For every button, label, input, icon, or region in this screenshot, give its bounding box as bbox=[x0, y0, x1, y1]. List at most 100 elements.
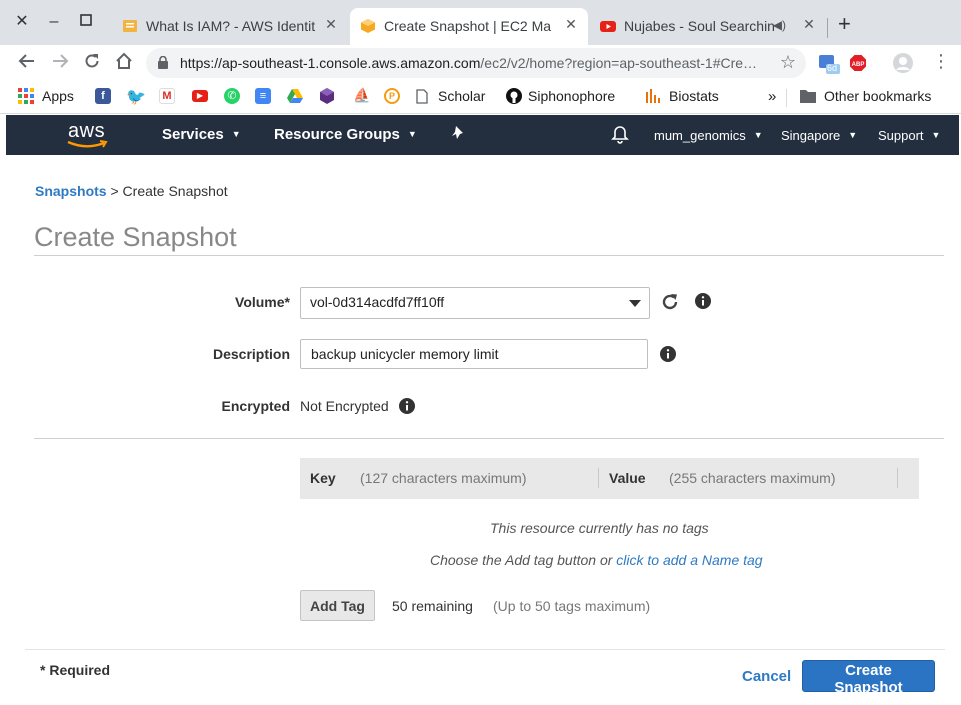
tab-youtube[interactable]: Nujabes - Soul Searchin ◀) ✕ bbox=[590, 8, 826, 45]
dropdown-arrow-icon bbox=[629, 300, 641, 307]
tab-title: Nujabes - Soul Searchin bbox=[624, 18, 774, 34]
breadcrumb-snapshots-link[interactable]: Snapshots bbox=[35, 183, 107, 199]
region-menu[interactable]: Singapore ▼ bbox=[781, 128, 857, 143]
tab-close-icon[interactable]: ✕ bbox=[800, 16, 818, 33]
bookmark-label: Biostats bbox=[669, 88, 719, 104]
tab-close-icon[interactable]: ✕ bbox=[322, 16, 340, 33]
refresh-volumes-icon[interactable] bbox=[660, 292, 680, 312]
tab-separator bbox=[827, 18, 828, 38]
window-maximize-icon[interactable] bbox=[76, 12, 96, 32]
profile-avatar-icon[interactable] bbox=[892, 52, 914, 74]
services-label: Services bbox=[162, 126, 224, 143]
browser-menu-icon[interactable]: ⋮ bbox=[932, 51, 950, 72]
adblock-icon[interactable]: ABP bbox=[849, 54, 867, 72]
services-menu[interactable]: Services ▼ bbox=[162, 126, 241, 143]
add-name-tag-link[interactable]: click to add a Name tag bbox=[616, 552, 762, 568]
resource-groups-menu[interactable]: Resource Groups ▼ bbox=[274, 126, 417, 143]
gmail-icon[interactable]: M bbox=[159, 88, 175, 104]
add-tag-help: Choose the Add tag button or click to ad… bbox=[430, 552, 763, 568]
aws-logo[interactable]: aws bbox=[67, 120, 108, 148]
url-host: https://ap-southeast-1.console.aws.amazo… bbox=[180, 55, 481, 71]
info-icon[interactable] bbox=[660, 346, 676, 362]
breadcrumb-separator: > bbox=[110, 183, 119, 199]
bookmark-label: Other bookmarks bbox=[824, 88, 932, 104]
region-name: Singapore bbox=[781, 128, 841, 143]
add-tag-help-text: Choose the Add tag button or bbox=[430, 552, 613, 568]
browser-tab-strip: ✕ – What Is IAM? - AWS Identit ✕ Create … bbox=[0, 0, 961, 45]
svg-text:ABP: ABP bbox=[852, 62, 865, 68]
twitter-icon[interactable]: 🐦 bbox=[126, 87, 146, 107]
extension-badge: 6d bbox=[827, 63, 838, 73]
aws-logo-text: aws bbox=[68, 120, 106, 142]
bookmarks-overflow-button[interactable]: » bbox=[768, 88, 776, 105]
info-icon[interactable] bbox=[695, 293, 711, 309]
bookmark-label: Siphonophore bbox=[528, 88, 616, 104]
aws-console-icon bbox=[361, 19, 375, 33]
bookmark-label: Apps bbox=[42, 88, 74, 104]
bookmark-scholar[interactable]: Scholar bbox=[416, 88, 485, 104]
volume-select[interactable]: vol-0d314acdfd7ff10ff bbox=[300, 287, 650, 319]
p-bookmark-icon[interactable]: P bbox=[384, 88, 400, 104]
speaker-icon[interactable]: ◀) bbox=[773, 18, 786, 32]
window-minimize-icon[interactable]: – bbox=[44, 12, 64, 32]
resource-groups-label: Resource Groups bbox=[274, 126, 400, 143]
column-divider bbox=[897, 468, 898, 488]
bookmark-siphonophore[interactable]: Siphonophore bbox=[506, 88, 615, 104]
github-icon bbox=[506, 88, 522, 104]
tags-remaining: 50 remaining bbox=[392, 598, 473, 614]
tab-title: Create Snapshot | EC2 Ma bbox=[384, 18, 552, 34]
cancel-button[interactable]: Cancel bbox=[736, 664, 797, 689]
cube-bookmark-icon[interactable] bbox=[319, 88, 335, 104]
description-label: Description bbox=[212, 346, 290, 362]
bookmark-other[interactable]: Other bookmarks bbox=[800, 88, 931, 104]
aws-docs-icon bbox=[123, 20, 137, 32]
sailboat-bookmark-icon[interactable]: ⛵ bbox=[353, 87, 370, 104]
page-title: Create Snapshot bbox=[34, 222, 237, 252]
breadcrumb: Snapshots > Create Snapshot bbox=[35, 183, 228, 199]
page-icon bbox=[416, 88, 428, 104]
back-icon[interactable] bbox=[16, 52, 38, 74]
bookmark-biostats[interactable]: Biostats bbox=[645, 88, 719, 104]
volume-selected-value: vol-0d314acdfd7ff10ff bbox=[310, 294, 445, 310]
bar-chart-icon bbox=[646, 89, 660, 103]
reload-icon[interactable] bbox=[81, 52, 103, 74]
address-bar[interactable]: https://ap-southeast-1.console.aws.amazo… bbox=[146, 48, 806, 78]
tag-value-header: Value bbox=[609, 470, 646, 486]
tab-create-snapshot[interactable]: Create Snapshot | EC2 Ma ✕ bbox=[350, 8, 588, 45]
whatsapp-icon[interactable]: ✆ bbox=[224, 88, 240, 104]
url-path: /ec2/v2/home?region=ap-southeast-1#Cre… bbox=[480, 55, 758, 71]
add-tag-button[interactable]: Add Tag bbox=[300, 590, 375, 621]
chevron-down-icon: ▼ bbox=[848, 130, 858, 140]
chevron-down-icon: ▼ bbox=[407, 129, 417, 139]
no-tags-message: This resource currently has no tags bbox=[490, 520, 709, 536]
pin-icon[interactable] bbox=[451, 125, 465, 145]
aws-smile-icon bbox=[67, 140, 108, 148]
title-divider bbox=[34, 255, 944, 256]
chevron-down-icon: ▼ bbox=[931, 130, 941, 140]
window-close-icon[interactable]: ✕ bbox=[12, 12, 32, 32]
chevron-down-icon: ▼ bbox=[231, 129, 241, 139]
google-drive-icon[interactable] bbox=[287, 89, 303, 103]
tab-iam-docs[interactable]: What Is IAM? - AWS Identit ✕ bbox=[112, 8, 348, 45]
new-tab-icon[interactable]: + bbox=[838, 13, 851, 35]
create-snapshot-button[interactable]: Create Snapshot bbox=[802, 660, 935, 696]
info-icon[interactable] bbox=[399, 398, 415, 414]
youtube-bookmark-icon[interactable]: ▶ bbox=[192, 90, 208, 102]
calendar-extension-icon[interactable]: 6d bbox=[818, 53, 840, 75]
youtube-icon bbox=[600, 21, 616, 32]
google-docs-icon[interactable]: ≡ bbox=[255, 88, 271, 104]
footer-divider bbox=[25, 649, 945, 650]
home-icon[interactable] bbox=[113, 52, 135, 74]
description-input[interactable] bbox=[300, 339, 648, 369]
apps-grid-icon bbox=[18, 88, 34, 104]
support-menu[interactable]: Support ▼ bbox=[878, 128, 940, 143]
notifications-bell-icon[interactable] bbox=[611, 125, 629, 148]
account-menu[interactable]: mum_genomics ▼ bbox=[654, 128, 763, 143]
forward-icon[interactable] bbox=[49, 52, 71, 74]
tag-value-hint: (255 characters maximum) bbox=[669, 470, 836, 486]
bookmark-star-icon[interactable]: ☆ bbox=[780, 52, 796, 73]
bookmarks-bar: Apps f 🐦 M ▶ ✆ ≡ ⛵ P Scholar Siphonophor… bbox=[0, 81, 961, 114]
tab-close-icon[interactable]: ✕ bbox=[562, 16, 580, 33]
facebook-icon[interactable]: f bbox=[95, 88, 111, 104]
bookmark-apps[interactable]: Apps bbox=[18, 88, 74, 104]
